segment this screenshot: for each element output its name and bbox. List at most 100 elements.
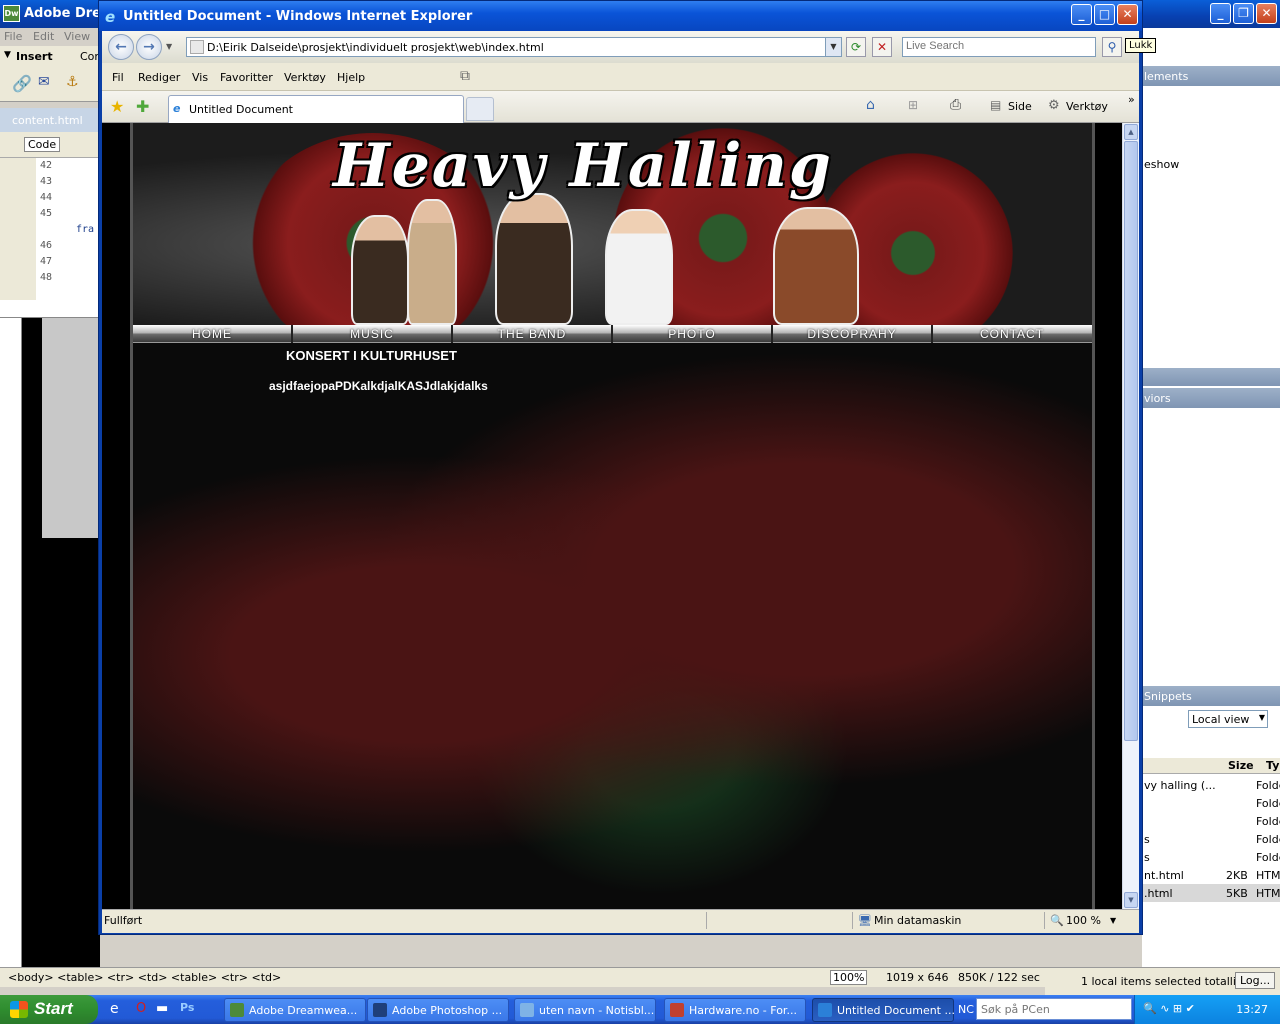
ie-maximize-button[interactable]: □: [1094, 4, 1115, 25]
clock[interactable]: 13:27: [1236, 1003, 1268, 1016]
dw-panel-header-snippets[interactable]: Snippets: [1142, 686, 1280, 706]
tray-icons[interactable]: 🔍 ∿ ⊞ ✔: [1143, 1002, 1195, 1015]
taskbar-button[interactable]: Adobe Photoshop ...: [367, 998, 509, 1022]
taskbar-button-label: Untitled Document ...: [837, 1004, 955, 1017]
dw-menu-file[interactable]: File: [4, 30, 22, 43]
zoom-select[interactable]: 100%: [830, 970, 868, 985]
photoshop-quicklaunch-icon[interactable]: Ps: [180, 1001, 194, 1014]
file-row[interactable]: Folde: [1142, 812, 1280, 830]
window-size[interactable]: 1019 x 646: [886, 971, 949, 984]
file-row[interactable]: .html 5KB HTML: [1142, 884, 1280, 902]
tag-selector[interactable]: <body> <table> <tr> <td> <table> <tr> <t…: [8, 971, 281, 984]
dw-menu-edit[interactable]: Edit: [33, 30, 54, 43]
feeds-icon[interactable]: ⊞: [908, 98, 918, 112]
page-scrollbar[interactable]: ▲ ▼: [1122, 123, 1139, 909]
file-row[interactable]: nt.html 2KB HTML: [1142, 866, 1280, 884]
menu-favoritter[interactable]: Favoritter: [220, 71, 273, 84]
translate-icon[interactable]: ⧉: [460, 68, 470, 84]
nav-photo[interactable]: PHOTO: [613, 327, 771, 341]
favorites-star-icon[interactable]: ★: [110, 97, 124, 116]
dw-slideshow-item[interactable]: eshow: [1144, 158, 1179, 171]
nav-music[interactable]: MUSIC: [293, 327, 451, 341]
nav-the-band[interactable]: THE BAND: [453, 327, 611, 341]
log-button[interactable]: Log...: [1235, 972, 1276, 989]
taskbar-button[interactable]: Untitled Document ...: [812, 998, 955, 1022]
file-row[interactable]: s Folde: [1142, 830, 1280, 848]
scrollbar-thumb[interactable]: [1124, 141, 1138, 741]
col-type[interactable]: Typ: [1266, 759, 1280, 772]
menu-rediger[interactable]: Rediger: [138, 71, 180, 84]
ie-tab-bar: ★ ✚ e Untitled Document ⌂ ⊞ ⎙ ▤ Side ⚙ V…: [102, 91, 1139, 123]
dw-design-view[interactable]: [22, 318, 100, 968]
link-icon[interactable]: 🔗: [12, 74, 32, 93]
nc-indicator[interactable]: NC: [958, 1003, 974, 1016]
address-input[interactable]: D:\Eirik Dalseide\prosjekt\individuelt p…: [186, 37, 842, 57]
add-favorite-icon[interactable]: ✚: [136, 97, 149, 116]
taskbar-button[interactable]: Adobe Dreamwea...: [224, 998, 366, 1022]
new-tab-button[interactable]: [466, 97, 494, 121]
nav-discography[interactable]: DISCOPRAHY: [773, 327, 931, 341]
address-dropdown-icon[interactable]: ▼: [825, 38, 841, 56]
zoom-level[interactable]: 100 %: [1066, 914, 1101, 927]
ie-close-button[interactable]: ✕: [1117, 4, 1138, 25]
ie-client: ← → ▼ D:\Eirik Dalseide\prosjekt\individ…: [102, 31, 1157, 933]
local-view-select[interactable]: Local view ▼: [1188, 710, 1268, 728]
dw-panel-header-behaviors[interactable]: viors: [1142, 388, 1280, 408]
tools-menu[interactable]: Verktøy: [1066, 100, 1108, 113]
menu-verktoy[interactable]: Verktøy: [284, 71, 326, 84]
ie-quicklaunch-icon[interactable]: e: [110, 1001, 119, 1017]
dw-panel-header-blank[interactable]: [1142, 368, 1280, 386]
tab-untitled-document[interactable]: e Untitled Document: [168, 95, 464, 123]
code-fragment[interactable]: fra: [76, 224, 94, 235]
nav-home[interactable]: HOME: [133, 327, 291, 341]
dw-panel-header-elements[interactable]: lements: [1142, 66, 1280, 86]
quicklaunch-icon[interactable]: ▬: [156, 1001, 168, 1016]
scroll-down-icon[interactable]: ▼: [1124, 892, 1138, 908]
dw-menu-view[interactable]: View: [64, 30, 90, 43]
anchor-icon[interactable]: ⚓: [66, 74, 79, 90]
desktop-search-field[interactable]: Søk på PCen: [976, 998, 1132, 1020]
home-icon[interactable]: ⌂: [866, 97, 875, 113]
dw-tab-content[interactable]: content.html: [12, 114, 83, 127]
taskbar-button[interactable]: Hardware.no - For...: [664, 998, 806, 1022]
col-size[interactable]: Size: [1228, 759, 1254, 772]
zoom-dropdown-icon[interactable]: ▼: [1110, 916, 1116, 925]
page-icon[interactable]: ▤: [990, 98, 1001, 112]
menu-fil[interactable]: Fil: [112, 71, 124, 84]
dw-insert-label[interactable]: Insert: [16, 50, 53, 63]
dw-minimize-button[interactable]: _: [1210, 3, 1231, 24]
search-icon[interactable]: ⚲: [1102, 37, 1122, 57]
start-button[interactable]: Start: [0, 995, 98, 1024]
security-zone[interactable]: Min datamaskin: [874, 914, 961, 927]
page-menu[interactable]: Side: [1008, 100, 1032, 113]
scroll-up-icon[interactable]: ▲: [1124, 124, 1138, 140]
ie-minimize-button[interactable]: _: [1071, 4, 1092, 25]
print-icon[interactable]: ⎙: [950, 97, 961, 113]
taskbar-button[interactable]: uten navn - Notisbl...: [514, 998, 656, 1022]
stop-icon[interactable]: ✕: [872, 37, 892, 57]
file-row[interactable]: s Folde: [1142, 848, 1280, 866]
back-arrow-icon[interactable]: ←: [108, 34, 134, 60]
nav-contact[interactable]: CONTACT: [933, 327, 1091, 341]
dw-document-toolbar: Code: [0, 132, 100, 158]
collapse-arrow-icon[interactable]: ▼: [4, 50, 11, 60]
chevron-right-icon[interactable]: »: [1128, 93, 1135, 106]
menu-vis[interactable]: Vis: [192, 71, 208, 84]
file-row[interactable]: Folde: [1142, 794, 1280, 812]
file-row[interactable]: vy halling (... Folde: [1142, 776, 1280, 794]
menu-hjelp[interactable]: Hjelp: [337, 71, 365, 84]
download-size: 850K / 122 sec: [958, 971, 1040, 984]
opera-quicklaunch-icon[interactable]: O: [136, 1001, 146, 1016]
email-icon[interactable]: ✉: [38, 74, 50, 90]
dw-restore-button[interactable]: ❐: [1233, 3, 1254, 24]
code-view-button[interactable]: Code: [24, 137, 61, 152]
live-search-input[interactable]: [906, 40, 1092, 52]
gear-icon[interactable]: ⚙: [1048, 98, 1060, 113]
ie-titlebar[interactable]: e Untitled Document - Windows Internet E…: [99, 1, 1142, 31]
dw-close-button[interactable]: ✕: [1256, 3, 1277, 24]
refresh-icon[interactable]: ⟳: [846, 37, 866, 57]
live-search-field[interactable]: [902, 37, 1096, 57]
history-dropdown-icon[interactable]: ▼: [166, 42, 172, 51]
app-icon: [818, 1003, 832, 1017]
forward-arrow-icon[interactable]: →: [136, 34, 162, 60]
